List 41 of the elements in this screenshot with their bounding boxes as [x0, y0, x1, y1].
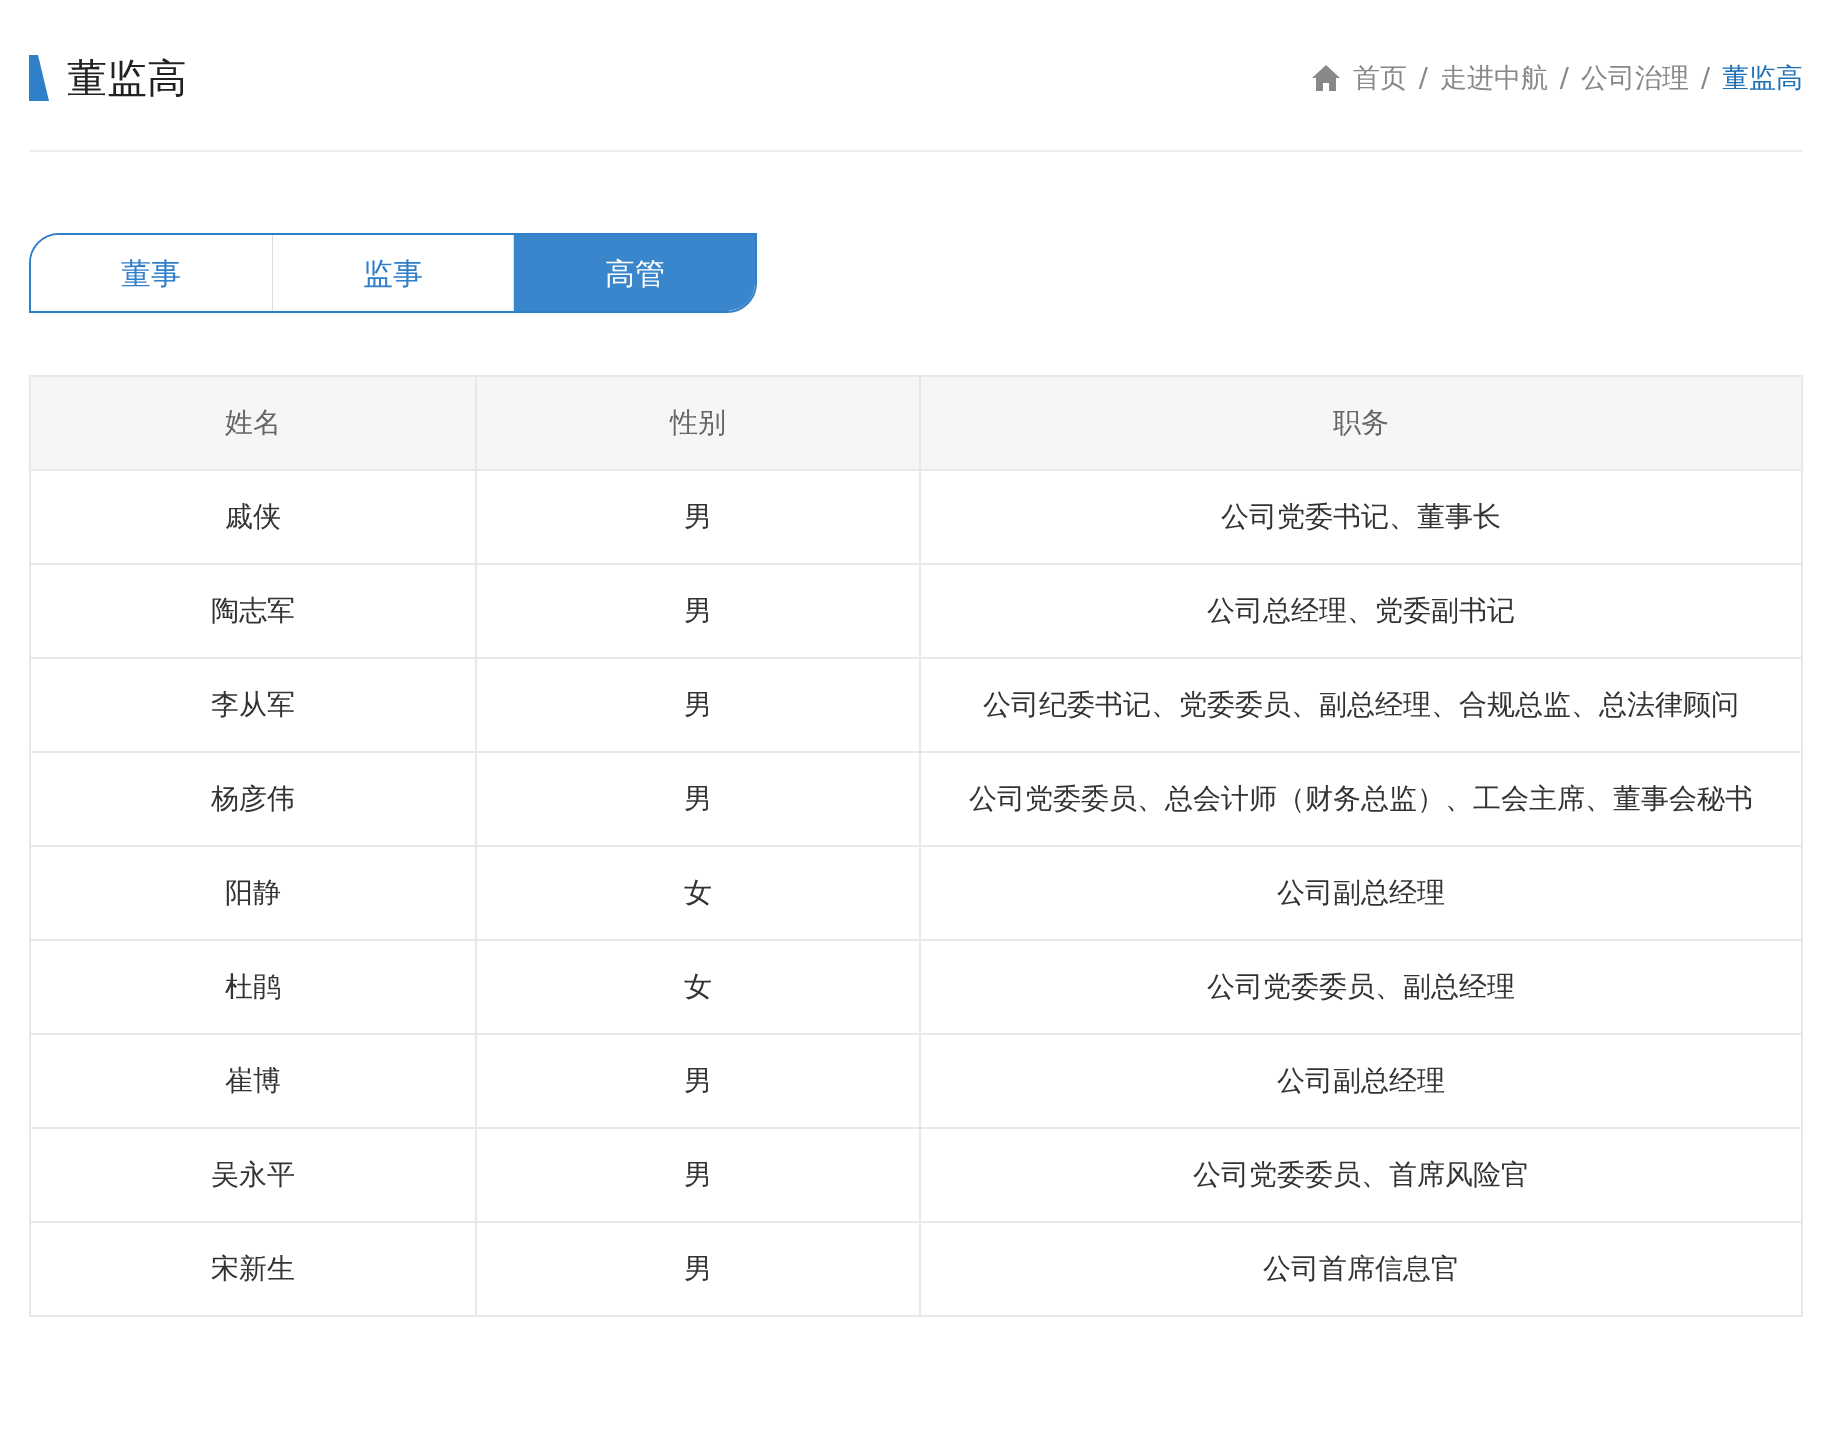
- table-cell: 公司纪委书记、党委委员、副总经理、合规总监、总法律顾问: [920, 658, 1802, 752]
- table-cell: 女: [476, 940, 920, 1034]
- breadcrumb-link[interactable]: 公司治理: [1580, 57, 1689, 99]
- breadcrumb-separator: /: [1418, 60, 1428, 95]
- table-cell: 男: [476, 752, 920, 846]
- title-marker: [29, 55, 49, 101]
- breadcrumb-link[interactable]: 首页: [1352, 57, 1407, 99]
- table-cell: 公司党委书记、董事长: [920, 470, 1802, 564]
- table-cell: 戚侠: [30, 470, 476, 564]
- column-header: 职务: [920, 376, 1802, 470]
- breadcrumb-link[interactable]: 董监高: [1722, 57, 1803, 99]
- table-cell: 公司党委委员、首席风险官: [920, 1128, 1802, 1222]
- table-cell: 公司首席信息官: [920, 1222, 1802, 1316]
- home-icon: [1310, 64, 1341, 92]
- table-cell: 男: [476, 658, 920, 752]
- table-cell: 吴永平: [30, 1128, 476, 1222]
- table-cell: 男: [476, 564, 920, 658]
- table-cell: 李从军: [30, 658, 476, 752]
- table-cell: 崔博: [30, 1034, 476, 1128]
- table-cell: 公司副总经理: [920, 1034, 1802, 1128]
- table-cell: 杨彦伟: [30, 752, 476, 846]
- breadcrumb-separator: /: [1700, 60, 1710, 95]
- table-cell: 男: [476, 1128, 920, 1222]
- breadcrumb-separator: /: [1559, 60, 1569, 95]
- table-cell: 宋新生: [30, 1222, 476, 1316]
- column-header: 姓名: [30, 376, 476, 470]
- tab[interactable]: 高管: [513, 235, 755, 311]
- table-cell: 阳静: [30, 846, 476, 940]
- table-cell: 陶志军: [30, 564, 476, 658]
- table-cell: 公司党委委员、总会计师（财务总监）、工会主席、董事会秘书: [920, 752, 1802, 846]
- table-cell: 公司副总经理: [920, 846, 1802, 940]
- table-cell: 男: [476, 1034, 920, 1128]
- column-header: 性别: [476, 376, 920, 470]
- table-cell: 公司党委委员、副总经理: [920, 940, 1802, 1034]
- page-title: 董监高: [67, 54, 187, 103]
- breadcrumb-link[interactable]: 走进中航: [1439, 57, 1548, 99]
- table-cell: 杜鹃: [30, 940, 476, 1034]
- table-cell: 男: [476, 1222, 920, 1316]
- table-cell: 女: [476, 846, 920, 940]
- table-cell: 男: [476, 470, 920, 564]
- table-cell: 公司总经理、党委副书记: [920, 564, 1802, 658]
